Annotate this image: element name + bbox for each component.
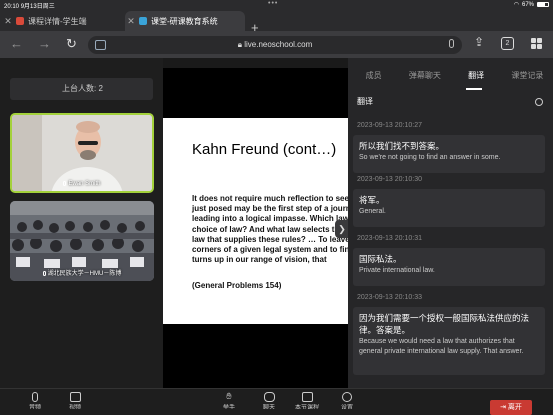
app-root: 20:10 9月13日周三 ••• ◠ 67% ✕ 课程详情-学生端 ✕ 课堂-…: [0, 0, 553, 415]
entry-english: So we're not going to find an answer in …: [359, 154, 501, 161]
panel-title: 翻译: [357, 97, 373, 106]
chat-icon: [263, 392, 275, 402]
tab-members[interactable]: 成员: [348, 70, 399, 84]
entry-timestamp: 2023-09-13 20:10:27: [357, 122, 422, 129]
share-icon[interactable]: ⇪: [474, 35, 484, 49]
hand-raise-icon: ✋︎: [226, 391, 232, 401]
settings-icon: [342, 392, 352, 402]
back-arrow-icon[interactable]: ←: [10, 36, 23, 51]
collapse-panel-chevron-icon[interactable]: ❯: [335, 220, 349, 238]
raise-hand-label: 举手: [222, 405, 235, 409]
url-text: 🔒︎ live.neoschool.com: [237, 40, 313, 49]
leave-button[interactable]: ⇥ 离开: [490, 400, 532, 415]
panel-header: 翻译: [348, 92, 553, 112]
browser-tab-classroom[interactable]: ✕ 课堂-研课教育系统: [125, 11, 245, 31]
entry-timestamp: 2023-09-13 20:10:33: [357, 294, 422, 301]
tab-title: 课程详情-学生端: [28, 16, 87, 26]
slide-body: It does not require much reflection to s…: [192, 194, 348, 265]
favicon-icon: [139, 17, 147, 25]
entry-english: Private international law.: [359, 267, 435, 274]
camera-icon: [69, 392, 81, 402]
entry-card: 国际私法。 Private international law.: [353, 248, 545, 286]
mic-icon: [63, 180, 67, 186]
chat-button[interactable]: 聊天: [254, 392, 284, 409]
mic-icon: [42, 270, 46, 276]
browser-tab-course-detail[interactable]: ✕ 课程详情-学生端: [2, 11, 124, 31]
browser-tab-bar: ✕ 课程详情-学生端 ✕ 课堂-研课教育系统 +: [0, 9, 553, 35]
microphone-icon: [32, 392, 38, 402]
wifi-icon: ◠: [513, 2, 519, 8]
bottom-toolbar: 音频 视频 ✋︎ 举手 聊天 本节课程 设置 ⇥ 离开: [0, 388, 553, 415]
slide-line: law that supplies these rules? … To leav…: [192, 234, 348, 244]
course-label: 本节课程: [294, 405, 319, 409]
close-tab-icon[interactable]: ✕: [125, 16, 137, 27]
slide-line: just posed may be the first step of a jo…: [192, 204, 348, 214]
tab-translate[interactable]: 翻译: [451, 70, 502, 84]
video-tile-classroom[interactable]: 湖北民族大学－HMU－陈博: [10, 201, 154, 281]
participants-sidebar: 上台人数: 2 Ewan Smith 湖北民族大学－HMU－陈博: [0, 58, 163, 388]
battery-icon: [537, 2, 549, 7]
entry-timestamp: 2023-09-13 20:10:30: [357, 176, 422, 183]
settings-label: 设置: [340, 405, 353, 409]
status-right: ◠ 67%: [514, 1, 549, 8]
panel-tabs: 成员 弹幕聊天 翻译 课堂记录: [348, 70, 553, 84]
entry-card: 将军。 General.: [353, 189, 545, 227]
entry-chinese: 将军。: [359, 195, 385, 205]
video-tile-name: Ewan Smith: [12, 180, 152, 187]
chat-label: 聊天: [262, 405, 275, 409]
teacher-video-frame: [12, 115, 152, 191]
lecture-slide: Kahn Freund (cont…) It does not require …: [163, 118, 348, 324]
settings-gear-icon[interactable]: [535, 98, 543, 106]
entry-english: Because we would need a law that authori…: [359, 338, 524, 355]
active-tab-indicator: [466, 88, 482, 90]
video-label: 视频: [68, 405, 81, 409]
entry-chinese: 所以我们找不到答案。: [359, 141, 445, 151]
on-stage-count: 上台人数: 2: [10, 78, 153, 100]
voice-search-icon[interactable]: [449, 39, 454, 48]
settings-button[interactable]: 设置: [332, 392, 362, 409]
tab-count-button[interactable]: 2: [501, 37, 514, 50]
slide-line: leading into a logical impasse. Which la…: [192, 214, 348, 224]
tab-danmaku-chat[interactable]: 弹幕聊天: [399, 70, 450, 84]
status-bar: 20:10 9月13日周三 ••• ◠ 67%: [0, 0, 553, 10]
tab-class-record[interactable]: 课堂记录: [502, 70, 553, 84]
slide-line: It does not require much reflection to s…: [192, 194, 348, 203]
slide-line: corners of a given legal system and to f…: [192, 245, 348, 255]
audio-label: 音频: [28, 405, 41, 409]
entry-chinese: 因为我们需要一个授权一般国际私法供应的法律。答案是。: [359, 313, 530, 335]
slide-title: Kahn Freund (cont…): [192, 141, 337, 158]
favicon-icon: [16, 17, 24, 25]
entry-timestamp: 2023-09-13 20:10:31: [357, 235, 422, 242]
slide-line: turns up in our range of vision, that: [192, 255, 327, 265]
course-icon: [301, 392, 313, 402]
video-tile-teacher[interactable]: Ewan Smith: [10, 113, 154, 193]
battery-percent: 67%: [521, 1, 534, 8]
entry-card: 因为我们需要一个授权一般国际私法供应的法律。答案是。 Because we wo…: [353, 307, 545, 375]
raise-hand-button[interactable]: ✋︎ 举手: [214, 391, 244, 410]
slide-line: choice of law? And what law selects the: [192, 224, 344, 234]
video-button[interactable]: 视频: [60, 392, 90, 409]
url-field[interactable]: 🔒︎ live.neoschool.com: [88, 36, 462, 54]
audio-button[interactable]: 音频: [20, 392, 50, 409]
tab-title: 课堂-研课教育系统: [151, 16, 218, 26]
video-tile-name: 湖北民族大学－HMU－陈博: [10, 268, 154, 277]
entry-english: General.: [359, 208, 386, 215]
slide-reference: (General Problems 154): [192, 281, 282, 290]
reload-icon[interactable]: ↻: [66, 36, 77, 52]
tab-overview-icon[interactable]: [531, 38, 542, 49]
multitask-dots-icon[interactable]: •••: [268, 0, 278, 7]
forward-arrow-icon[interactable]: →: [38, 36, 51, 51]
close-tab-icon[interactable]: ✕: [2, 16, 14, 27]
address-bar-row: ← → ↻ 🔒︎ live.neoschool.com ⇪: [0, 31, 553, 58]
entry-card: 所以我们找不到答案。 So we're not going to find an…: [353, 135, 545, 173]
course-button[interactable]: 本节课程: [292, 392, 322, 409]
side-panel: 成员 弹幕聊天 翻译 课堂记录 翻译 2023-09-13 20:10:27 所…: [348, 58, 553, 388]
entry-chinese: 国际私法。: [359, 254, 402, 264]
